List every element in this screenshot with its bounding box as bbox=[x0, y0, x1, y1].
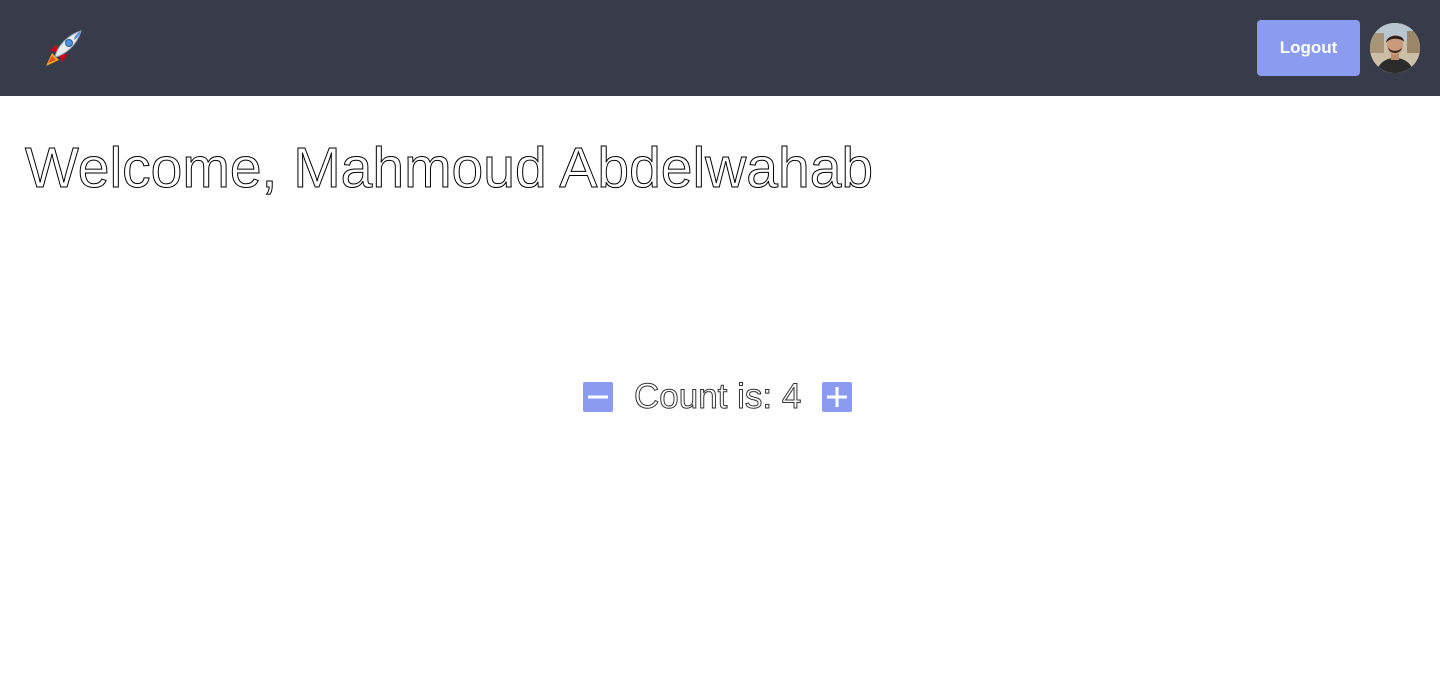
counter: Count is: 4 bbox=[583, 376, 853, 418]
home-logo-link[interactable] bbox=[40, 26, 86, 72]
count-label: Count is: 4 bbox=[633, 377, 802, 417]
decrement-button[interactable] bbox=[583, 382, 613, 412]
minus-icon bbox=[588, 395, 608, 399]
user-avatar-image bbox=[1370, 23, 1420, 73]
welcome-heading: Welcome, Mahmoud Abdelwahab bbox=[24, 136, 874, 201]
rocket-icon bbox=[46, 30, 82, 66]
avatar[interactable] bbox=[1370, 23, 1420, 73]
plus-icon bbox=[827, 387, 848, 407]
logout-button[interactable]: Logout bbox=[1257, 20, 1360, 76]
navbar: Logout bbox=[0, 0, 1440, 96]
increment-button[interactable] bbox=[822, 382, 853, 412]
